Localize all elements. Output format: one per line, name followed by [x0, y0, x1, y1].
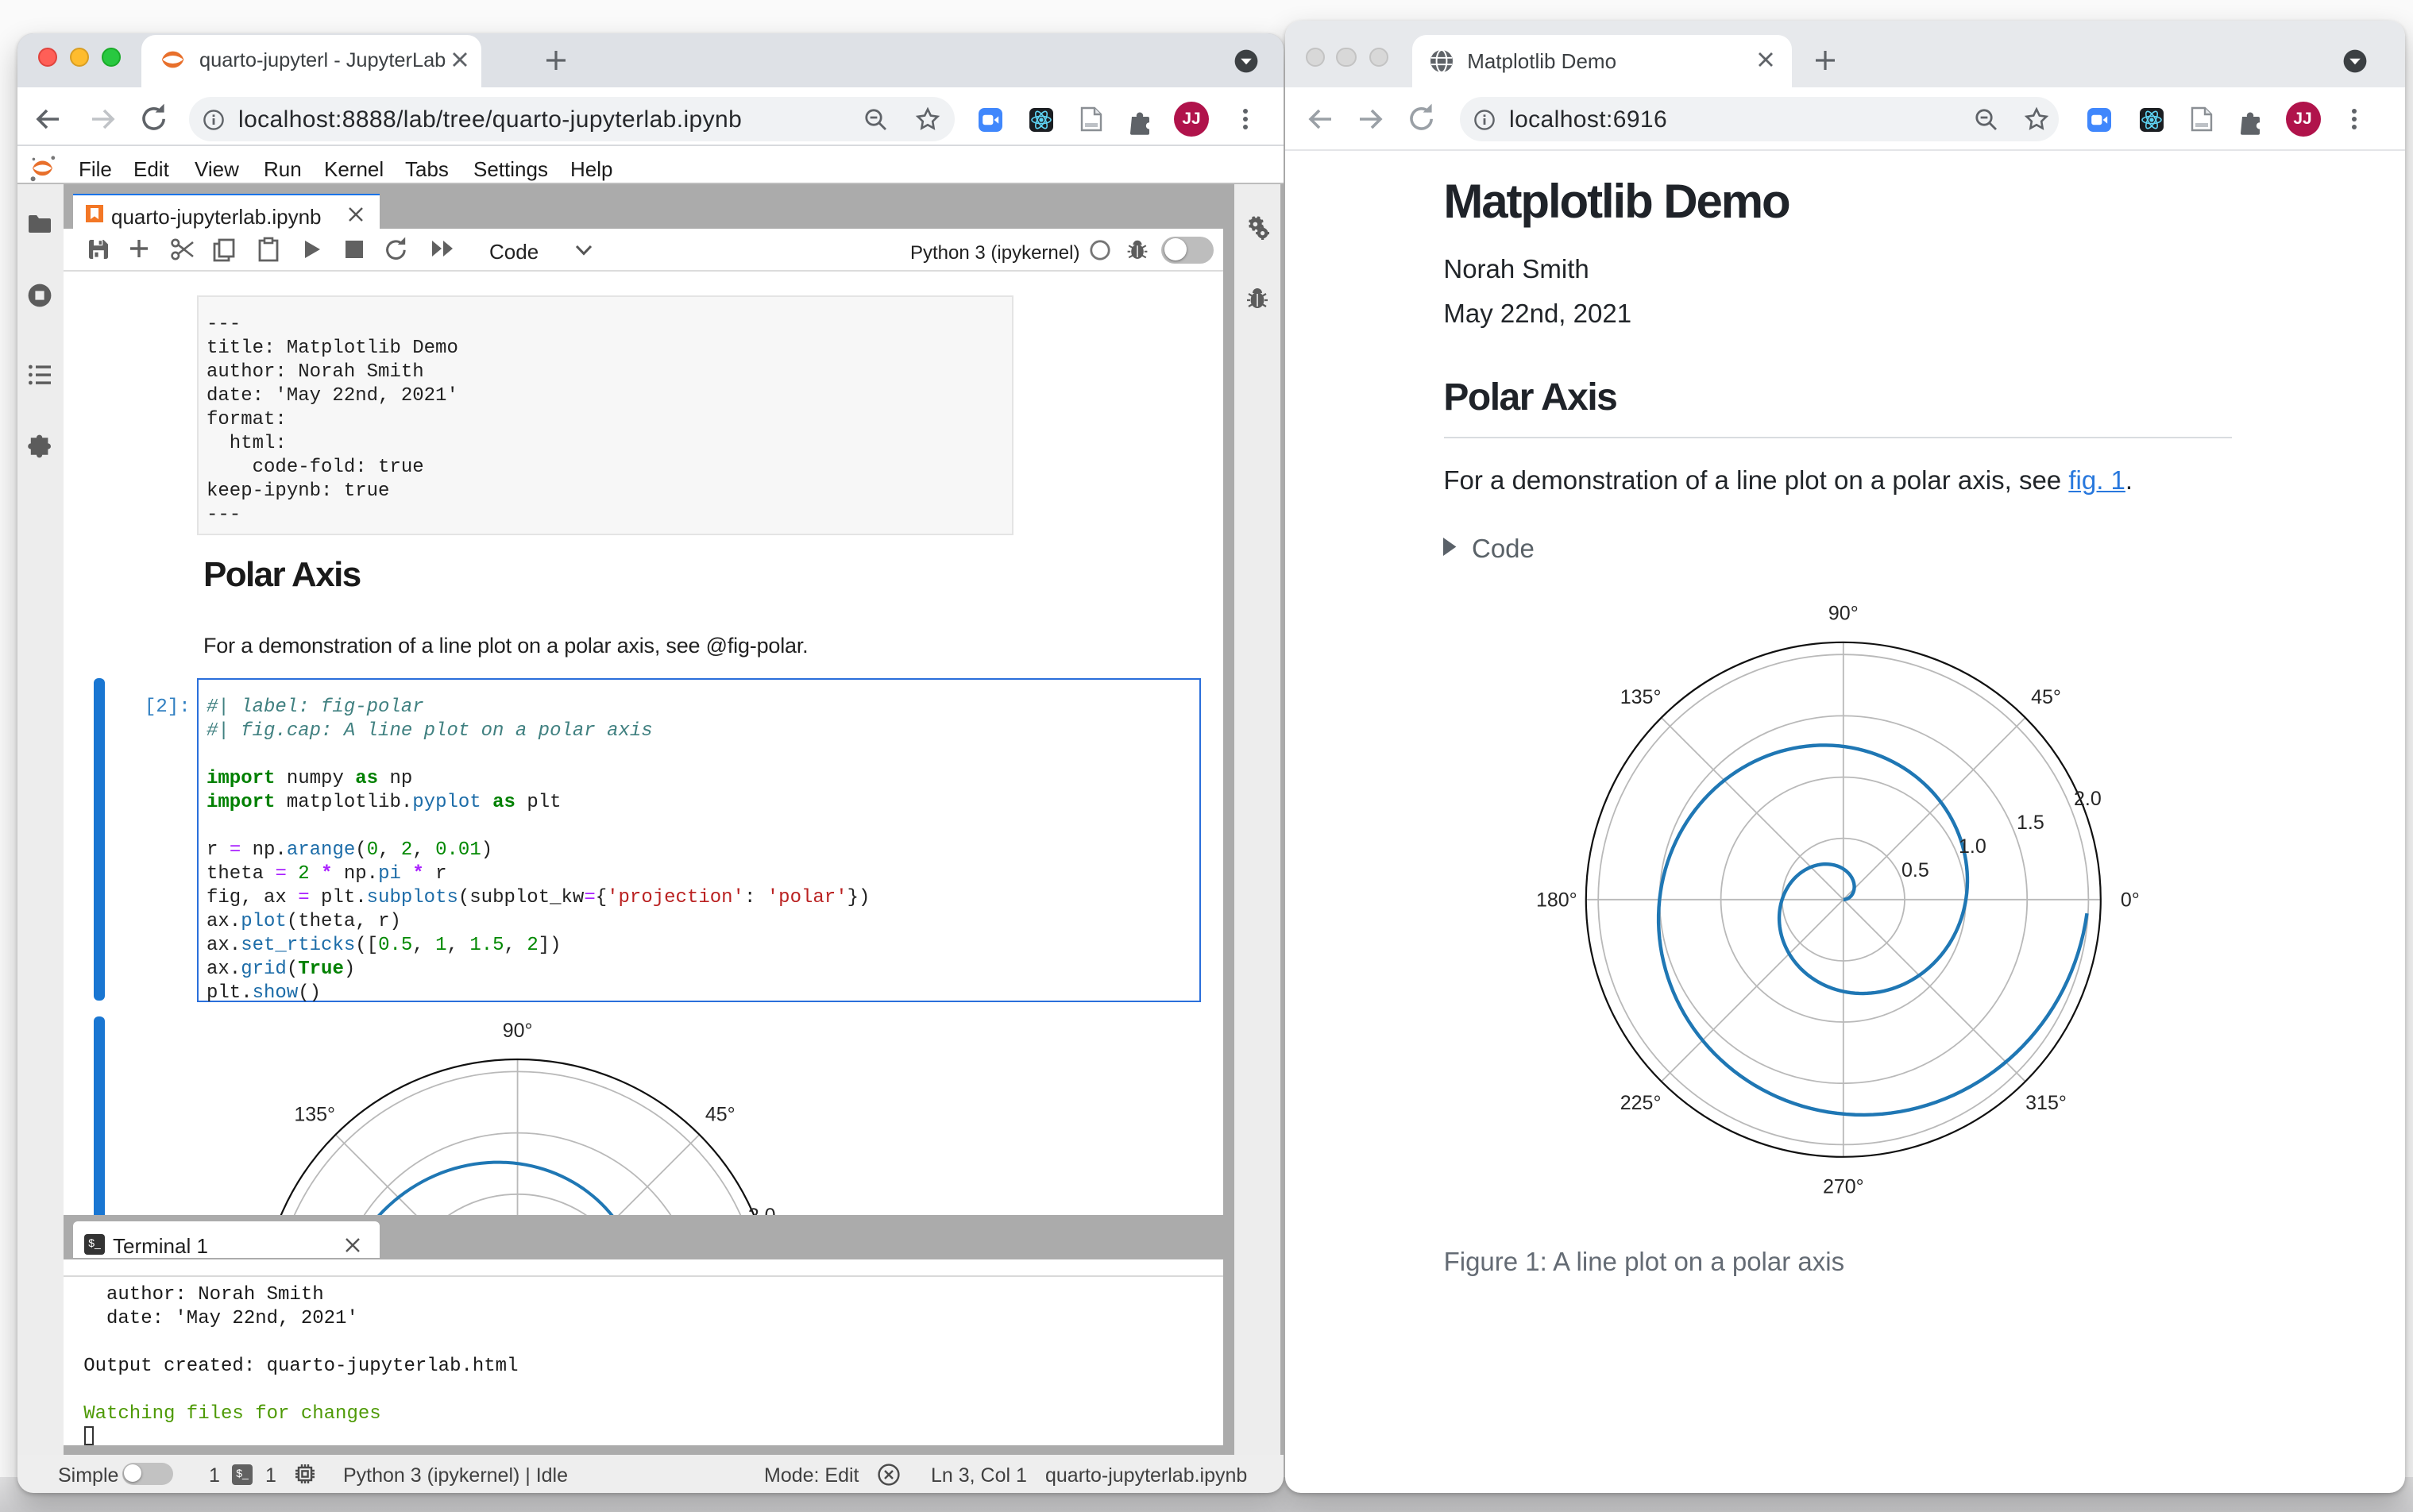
svg-text:225°: 225°: [1620, 1092, 1662, 1114]
svg-text:270°: 270°: [1823, 1176, 1864, 1198]
svg-text:90°: 90°: [1828, 603, 1859, 625]
svg-text:2.0: 2.0: [748, 1205, 776, 1215]
svg-text:1.0: 1.0: [1959, 835, 1986, 858]
svg-text:90°: 90°: [503, 1020, 533, 1042]
svg-text:315°: 315°: [2025, 1092, 2067, 1114]
svg-text:2.0: 2.0: [2074, 788, 2102, 810]
svg-text:45°: 45°: [705, 1103, 735, 1125]
svg-text:0°: 0°: [2121, 889, 2140, 912]
svg-text:135°: 135°: [294, 1103, 335, 1125]
svg-text:1.5: 1.5: [2017, 812, 2044, 834]
svg-text:45°: 45°: [2031, 686, 2061, 708]
svg-text:135°: 135°: [1620, 686, 1662, 708]
svg-text:0.5: 0.5: [1901, 859, 1929, 881]
svg-text:180°: 180°: [1536, 889, 1577, 912]
